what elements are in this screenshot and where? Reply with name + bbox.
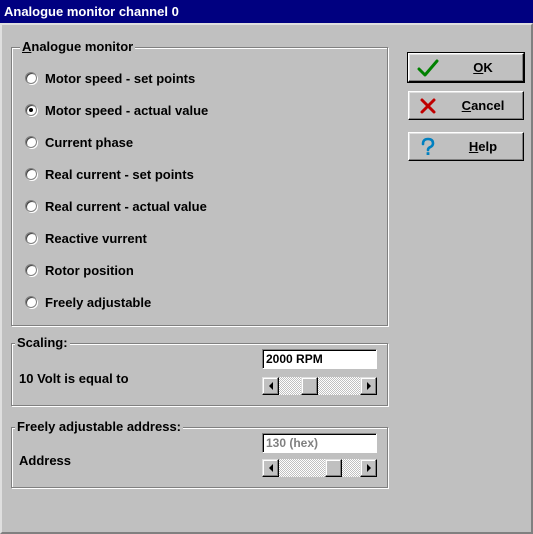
arrow-left-icon — [268, 382, 273, 390]
arrow-right-icon — [366, 464, 371, 472]
radio-label: Reactive vurrent — [45, 230, 147, 246]
cancel-button[interactable]: Cancel — [408, 91, 524, 120]
radio-current-phase[interactable]: Current phase — [25, 132, 133, 152]
radio-label: Real current - set points — [45, 166, 194, 182]
address-scrollbar[interactable] — [262, 459, 377, 477]
scaling-group-title: Scaling: — [15, 335, 70, 351]
analogue-monitor-group: Analogue monitor Motor speed - set point… — [11, 39, 388, 326]
check-icon — [417, 58, 439, 78]
scroll-thumb[interactable] — [325, 459, 342, 477]
cross-icon — [417, 96, 439, 116]
radio-button[interactable] — [25, 296, 37, 308]
group-title-mnemonic: A — [22, 39, 32, 54]
scroll-left-button[interactable] — [262, 459, 279, 477]
radio-label: Real current - actual value — [45, 198, 207, 214]
dialog-window: Analogue monitor channel 0 Analogue moni… — [0, 0, 533, 534]
analogue-monitor-group-title: Analogue monitor — [20, 39, 136, 55]
address-value-field[interactable]: 130 (hex) — [262, 433, 377, 453]
scaling-label: 10 Volt is equal to — [19, 371, 129, 386]
help-button[interactable]: Help — [408, 132, 524, 161]
scaling-value-field[interactable]: 2000 RPM — [262, 349, 377, 369]
address-group-title: Freely adjustable address: — [15, 419, 184, 435]
help-label: Help — [468, 139, 498, 154]
window-title: Analogue monitor channel 0 — [4, 4, 179, 19]
radio-button[interactable] — [25, 232, 37, 244]
radio-label: Freely adjustable — [45, 294, 152, 310]
scroll-left-button[interactable] — [262, 377, 279, 395]
radio-motor-speed-actual-value[interactable]: Motor speed - actual value — [25, 100, 208, 120]
scroll-right-button[interactable] — [360, 459, 377, 477]
radio-freely-adjustable[interactable]: Freely adjustable — [25, 292, 151, 312]
radio-rotor-position[interactable]: Rotor position — [25, 260, 134, 280]
address-label: Address — [19, 453, 72, 468]
radio-motor-speed-set-points[interactable]: Motor speed - set points — [25, 68, 195, 88]
question-icon — [417, 137, 439, 157]
arrow-right-icon — [366, 382, 371, 390]
radio-real-current-set-points[interactable]: Real current - set points — [25, 164, 194, 184]
radio-button[interactable] — [25, 264, 37, 276]
radio-button[interactable] — [25, 72, 37, 84]
radio-reactive-current[interactable]: Reactive vurrent — [25, 228, 147, 248]
scroll-thumb[interactable] — [301, 377, 318, 395]
radio-button[interactable] — [25, 136, 37, 148]
radio-button[interactable] — [25, 168, 37, 180]
cancel-label: Cancel — [461, 98, 505, 113]
radio-real-current-actual-value[interactable]: Real current - actual value — [25, 196, 207, 216]
ok-button[interactable]: OK — [407, 52, 525, 83]
radio-button[interactable] — [25, 104, 37, 116]
radio-button[interactable] — [25, 200, 37, 212]
scroll-right-button[interactable] — [360, 377, 377, 395]
radio-label: Motor speed - actual value — [45, 102, 209, 118]
radio-label: Rotor position — [45, 262, 134, 278]
radio-label: Current phase — [45, 134, 134, 150]
scaling-scrollbar[interactable] — [262, 377, 377, 395]
title-bar[interactable]: Analogue monitor channel 0 — [0, 0, 533, 23]
group-title-rest: nalogue monitor — [31, 39, 134, 54]
arrow-left-icon — [268, 464, 273, 472]
ok-label: OK — [473, 60, 493, 75]
radio-label: Motor speed - set points — [45, 70, 196, 86]
